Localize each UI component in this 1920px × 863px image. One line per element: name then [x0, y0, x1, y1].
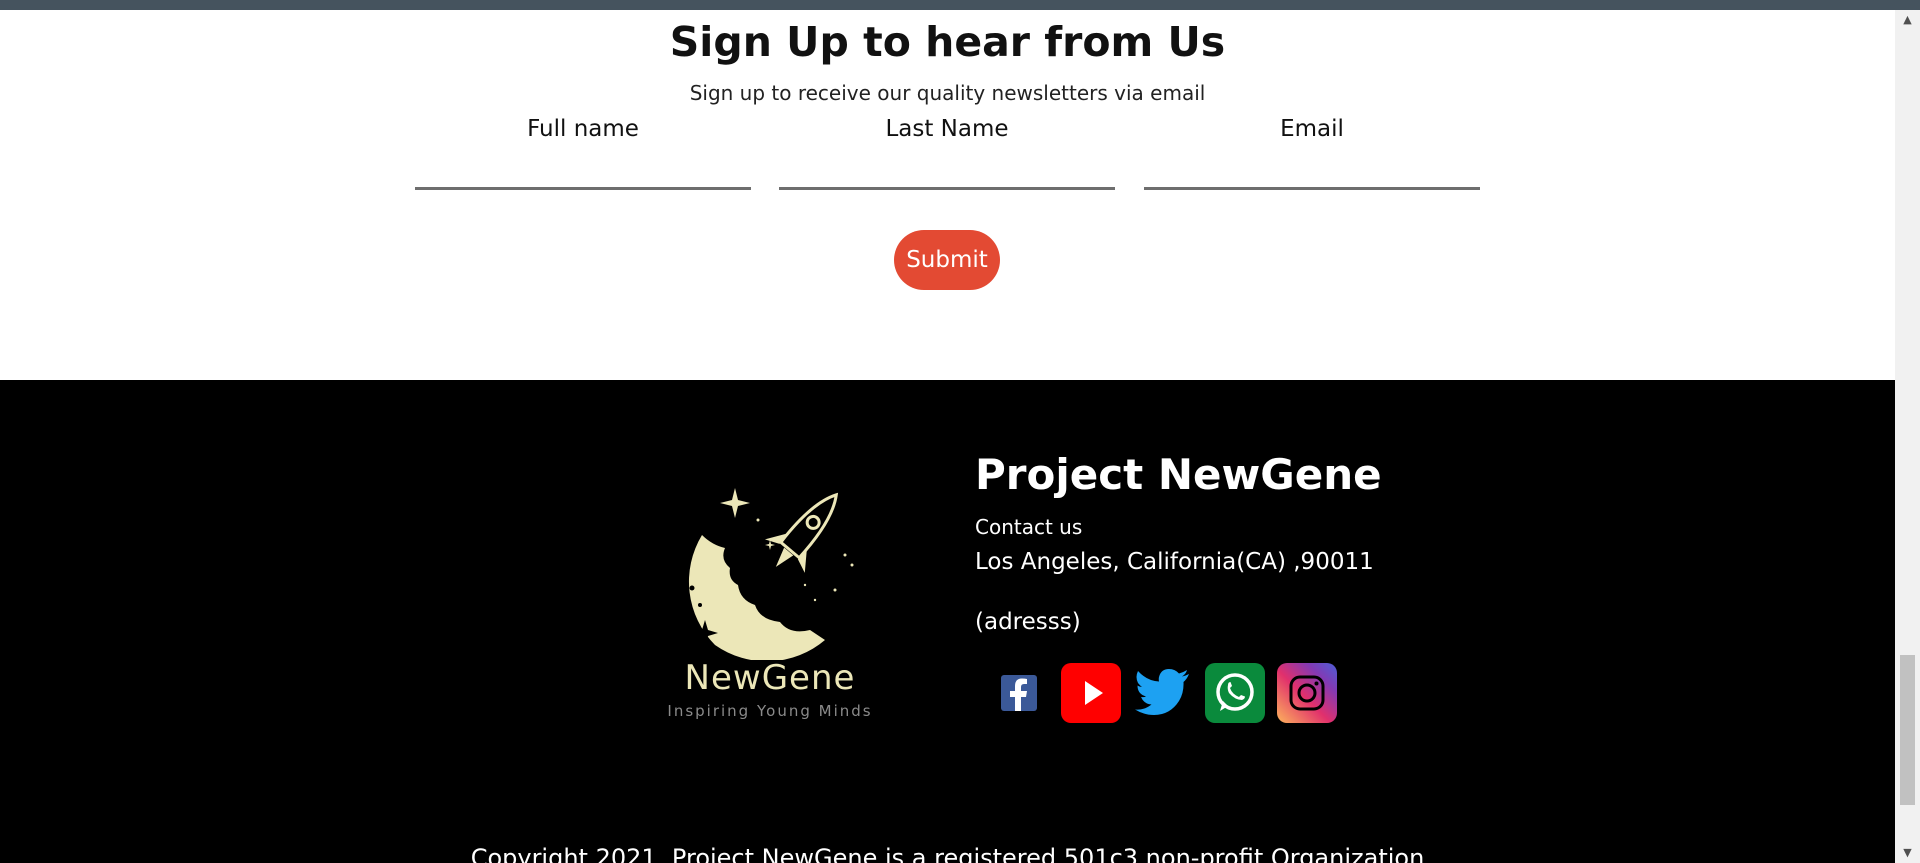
twitter-icon — [1135, 669, 1189, 715]
scroll-down-icon[interactable]: ▼ — [1895, 843, 1920, 863]
logo-name: NewGene — [684, 658, 856, 698]
full-name-input[interactable] — [415, 154, 751, 190]
last-name-label: Last Name — [885, 116, 1009, 142]
social-links — [989, 663, 1337, 723]
copyright-text: Copyright 2021. Project NewGene is a reg… — [470, 844, 1425, 863]
instagram-icon — [1289, 675, 1325, 711]
page-content: Sign Up to hear from Us Sign up to recei… — [0, 0, 1895, 863]
page-scrollbar[interactable]: ▲ ▼ — [1895, 10, 1920, 863]
signup-title: Sign Up to hear from Us — [669, 18, 1226, 66]
address-line: Los Angeles, California(CA) ,90011 — [975, 549, 1374, 575]
youtube-link[interactable] — [1061, 663, 1121, 723]
footer: NewGene Inspiring Young Minds Project Ne… — [0, 380, 1895, 863]
scroll-up-icon[interactable]: ▲ — [1895, 10, 1920, 30]
signup-subtitle: Sign up to receive our quality newslette… — [689, 81, 1206, 105]
email-field: Email — [1144, 116, 1480, 212]
full-name-label: Full name — [527, 116, 639, 142]
email-input[interactable] — [1144, 154, 1480, 190]
twitter-link[interactable] — [1133, 663, 1193, 723]
facebook-icon — [1001, 675, 1037, 711]
submit-button[interactable]: Submit — [894, 230, 1000, 290]
facebook-link[interactable] — [989, 663, 1049, 723]
last-name-field: Last Name — [779, 116, 1115, 212]
address-note: (adresss) — [975, 609, 1081, 635]
signup-section: Sign Up to hear from Us Sign up to recei… — [0, 10, 1895, 380]
logo-tagline: Inspiring Young Minds — [667, 702, 873, 720]
youtube-icon — [1085, 681, 1103, 705]
whatsapp-icon — [1216, 673, 1254, 711]
instagram-link[interactable] — [1277, 663, 1337, 723]
whatsapp-link[interactable] — [1205, 663, 1265, 723]
newgene-logo: NewGene Inspiring Young Minds — [640, 470, 900, 730]
scroll-thumb[interactable] — [1900, 655, 1915, 805]
last-name-input[interactable] — [779, 154, 1115, 190]
org-title: Project NewGene — [975, 450, 1382, 499]
full-name-field: Full name — [415, 116, 751, 212]
email-label: Email — [1280, 116, 1344, 142]
contact-label: Contact us — [975, 515, 1083, 539]
moon-rocket-logo-icon — [676, 488, 854, 662]
